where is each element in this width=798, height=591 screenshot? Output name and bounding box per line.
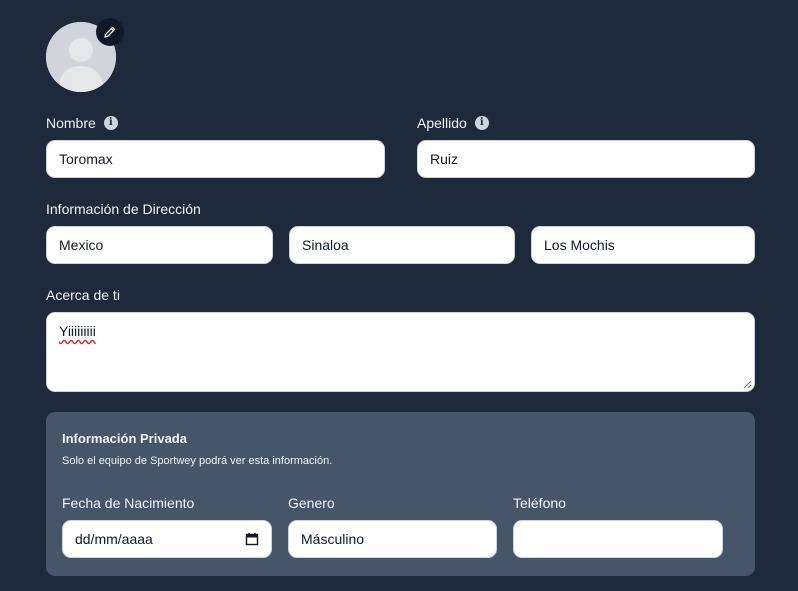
direccion-label: Información de Dirección xyxy=(46,201,201,217)
nombre-label: Nombre i xyxy=(46,115,118,131)
telefono-label-text: Teléfono xyxy=(513,495,566,511)
nombre-label-text: Nombre xyxy=(46,115,96,131)
country-value: Mexico xyxy=(59,237,104,253)
nombre-input[interactable]: Toromax xyxy=(46,140,385,178)
direccion-label-text: Información de Dirección xyxy=(46,201,201,217)
city-input[interactable]: Los Mochis xyxy=(531,226,755,264)
phone-input[interactable] xyxy=(513,520,723,558)
state-value: Sinaloa xyxy=(302,237,349,253)
apellido-input[interactable]: Ruiz xyxy=(417,140,755,178)
about-value: Yiiiiiiiii xyxy=(59,323,96,339)
gender-input[interactable]: Másculino xyxy=(288,520,497,558)
resize-handle-icon[interactable] xyxy=(742,379,752,389)
profile-form: Nombre i Toromax Apellido i Ruiz Informa… xyxy=(0,0,798,591)
calendar-icon[interactable] xyxy=(245,532,259,546)
apellido-label: Apellido i xyxy=(417,115,489,131)
fecha-label: Fecha de Nacimiento xyxy=(62,495,194,511)
birthdate-placeholder: dd/mm/aaaa xyxy=(75,531,153,547)
private-subtitle: Solo el equipo de Sportwey podrá ver est… xyxy=(62,455,333,467)
genero-label-text: Genero xyxy=(288,495,335,511)
about-textarea[interactable]: Yiiiiiiiii xyxy=(46,312,755,392)
info-icon[interactable]: i xyxy=(474,116,489,130)
private-title: Información Privada xyxy=(62,431,187,446)
country-input[interactable]: Mexico xyxy=(46,226,273,264)
edit-avatar-button[interactable] xyxy=(96,18,124,46)
birthdate-input[interactable]: dd/mm/aaaa xyxy=(62,520,272,558)
info-icon[interactable]: i xyxy=(103,116,118,130)
apellido-label-text: Apellido xyxy=(417,115,467,131)
apellido-value: Ruiz xyxy=(430,151,459,167)
private-info-panel: Información Privada Solo el equipo de Sp… xyxy=(46,412,755,576)
telefono-label: Teléfono xyxy=(513,495,566,511)
fecha-label-text: Fecha de Nacimiento xyxy=(62,495,195,511)
acerca-label: Acerca de ti xyxy=(46,287,120,303)
pencil-icon xyxy=(104,26,116,38)
state-input[interactable]: Sinaloa xyxy=(289,226,515,264)
nombre-value: Toromax xyxy=(59,151,113,167)
city-value: Los Mochis xyxy=(544,237,615,253)
genero-label: Genero xyxy=(288,495,335,511)
acerca-label-text: Acerca de ti xyxy=(46,287,120,303)
gender-value: Másculino xyxy=(301,531,365,547)
